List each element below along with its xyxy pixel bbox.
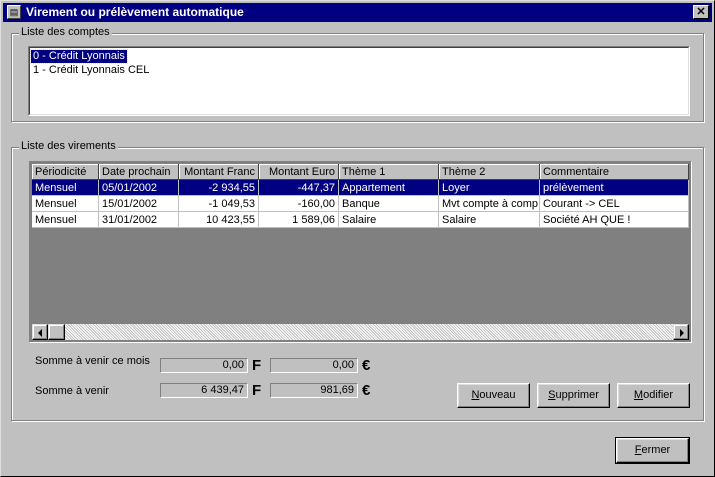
- month-total-euro: 0,00: [270, 358, 358, 373]
- euro-symbol: €: [362, 382, 371, 399]
- cell-commentaire: Société AH QUE !: [540, 212, 689, 228]
- account-item-1[interactable]: 1 - Crédit Lyonnais CEL: [31, 64, 151, 77]
- grid-header: Périodicité Date prochain Montant Franc …: [32, 164, 689, 180]
- transfers-groupbox: Liste des virements Périodicité Date pro…: [11, 140, 704, 421]
- col-header-commentaire[interactable]: Commentaire: [540, 164, 689, 180]
- cell-periodicite: Mensuel: [32, 180, 99, 196]
- future-total-franc: 6 439,47: [160, 383, 248, 398]
- close-button[interactable]: Fermer: [615, 437, 690, 464]
- cell-periodicite: Mensuel: [32, 212, 99, 228]
- accounts-group-label: Liste des comptes: [19, 26, 112, 38]
- cell-theme2: Salaire: [439, 212, 540, 228]
- cell-date: 15/01/2002: [99, 196, 179, 212]
- col-header-montant-franc[interactable]: Montant Franc: [179, 164, 259, 180]
- table-row[interactable]: Mensuel 31/01/2002 10 423,55 1 589,06 Sa…: [32, 212, 689, 228]
- month-total-label: Somme à venir ce mois: [35, 355, 150, 367]
- modify-button[interactable]: Modifier: [617, 383, 690, 408]
- cell-montant-euro: -447,37: [259, 180, 339, 196]
- euro-symbol: €: [362, 357, 371, 374]
- cell-theme1: Appartement: [339, 180, 439, 196]
- horizontal-scrollbar[interactable]: [32, 324, 689, 340]
- window-title: Virement ou prélèvement automatique: [26, 5, 244, 19]
- cell-theme1: Salaire: [339, 212, 439, 228]
- table-row[interactable]: Mensuel 15/01/2002 -1 049,53 -160,00 Ban…: [32, 196, 689, 212]
- scroll-thumb[interactable]: [48, 324, 65, 340]
- franc-symbol: F: [252, 357, 262, 374]
- title-bar[interactable]: ▤ Virement ou prélèvement automatique ✕: [3, 3, 712, 22]
- cell-theme2: Loyer: [439, 180, 540, 196]
- delete-button[interactable]: Supprimer: [537, 383, 610, 408]
- future-total-label: Somme à venir: [35, 385, 109, 397]
- dialog-window: ▤ Virement ou prélèvement automatique ✕ …: [0, 0, 715, 477]
- listbox-inner-border: [29, 47, 689, 115]
- arrow-right-icon: [680, 329, 684, 337]
- cell-montant-franc: 10 423,55: [179, 212, 259, 228]
- cell-commentaire: Courant -> CEL: [540, 196, 689, 212]
- col-header-date[interactable]: Date prochain: [99, 164, 179, 180]
- table-row[interactable]: Mensuel 05/01/2002 -2 934,55 -447,37 App…: [32, 180, 689, 196]
- cell-montant-euro: 1 589,06: [259, 212, 339, 228]
- cell-montant-euro: -160,00: [259, 196, 339, 212]
- arrow-left-icon: [38, 329, 42, 337]
- cell-montant-franc: -1 049,53: [179, 196, 259, 212]
- cell-commentaire: prélèvement: [540, 180, 689, 196]
- accounts-listbox[interactable]: 0 - Crédit Lyonnais 1 - Crédit Lyonnais …: [28, 46, 690, 116]
- cell-date: 05/01/2002: [99, 180, 179, 196]
- accounts-groupbox: Liste des comptes 0 - Crédit Lyonnais 1 …: [11, 26, 704, 122]
- col-header-theme1[interactable]: Thème 1: [339, 164, 439, 180]
- app-icon: ▤: [7, 5, 21, 19]
- cell-date: 31/01/2002: [99, 212, 179, 228]
- cell-theme2: Mvt compte à comp: [439, 196, 540, 212]
- franc-symbol: F: [252, 382, 262, 399]
- cell-montant-franc: -2 934,55: [179, 180, 259, 196]
- month-total-franc: 0,00: [160, 358, 248, 373]
- close-icon[interactable]: ✕: [693, 5, 709, 19]
- new-button[interactable]: Nouveau: [457, 383, 530, 408]
- scroll-left-button[interactable]: [32, 324, 48, 340]
- transfers-grid[interactable]: Périodicité Date prochain Montant Franc …: [29, 161, 692, 343]
- col-header-montant-euro[interactable]: Montant Euro: [259, 164, 339, 180]
- col-header-periodicite[interactable]: Périodicité: [32, 164, 99, 180]
- transfers-group-label: Liste des virements: [19, 140, 118, 152]
- col-header-theme2[interactable]: Thème 2: [439, 164, 540, 180]
- account-item-0[interactable]: 0 - Crédit Lyonnais: [30, 49, 128, 64]
- cell-theme1: Banque: [339, 196, 439, 212]
- future-total-euro: 981,69: [270, 383, 358, 398]
- cell-periodicite: Mensuel: [32, 196, 99, 212]
- scroll-right-button[interactable]: [673, 324, 689, 340]
